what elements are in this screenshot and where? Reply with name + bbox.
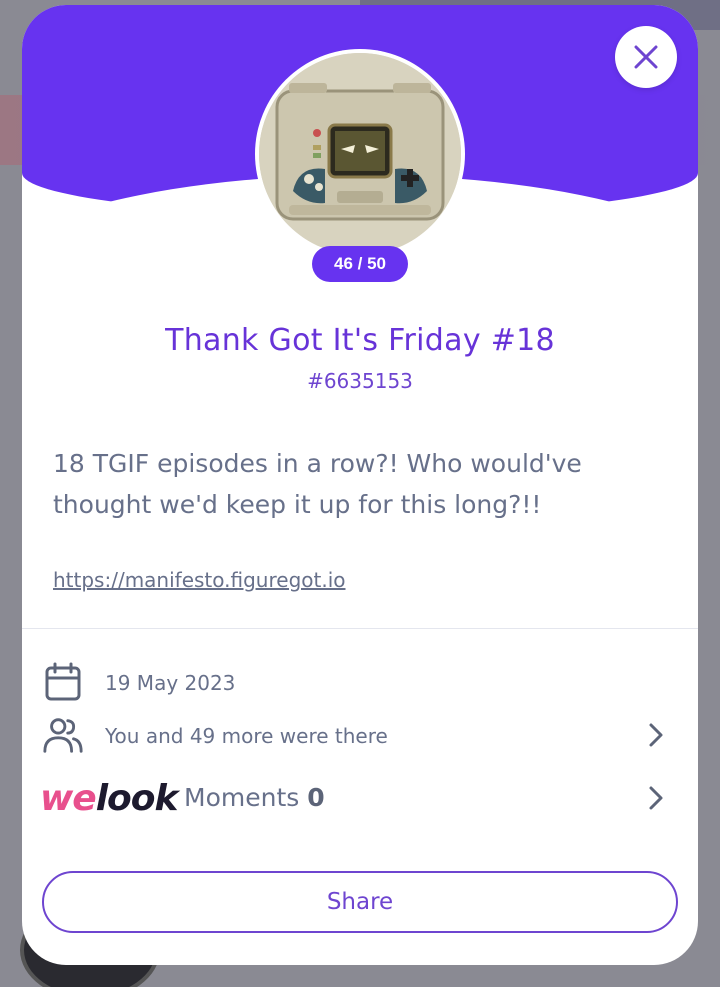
close-button[interactable] xyxy=(615,26,677,88)
badge-image xyxy=(255,49,465,259)
chevron-right-icon[interactable] xyxy=(644,783,668,813)
calendar-icon xyxy=(42,661,84,703)
progress-badge: 46 / 50 xyxy=(312,246,408,282)
divider xyxy=(22,628,698,629)
users-icon xyxy=(42,714,84,756)
chevron-right-icon[interactable] xyxy=(644,720,668,750)
close-icon xyxy=(634,45,658,69)
event-date: 19 May 2023 xyxy=(105,671,236,695)
welook-logo: welook xyxy=(40,778,178,819)
attendees-text[interactable]: You and 49 more were there xyxy=(105,724,388,748)
poap-detail-modal: 46 / 50 Thank Got It's Friday #18 #66351… xyxy=(22,5,698,965)
event-description: 18 TGIF episodes in a row?! Who would've… xyxy=(53,449,582,519)
moments-count[interactable]: Moments 0 xyxy=(184,783,325,812)
event-link[interactable]: https://manifesto.figuregot.io xyxy=(53,568,346,592)
event-id: #6635153 xyxy=(307,369,413,393)
game-console-illustration xyxy=(259,53,461,255)
event-title: Thank Got It's Friday #18 xyxy=(165,323,555,358)
share-button[interactable]: Share xyxy=(42,871,678,933)
